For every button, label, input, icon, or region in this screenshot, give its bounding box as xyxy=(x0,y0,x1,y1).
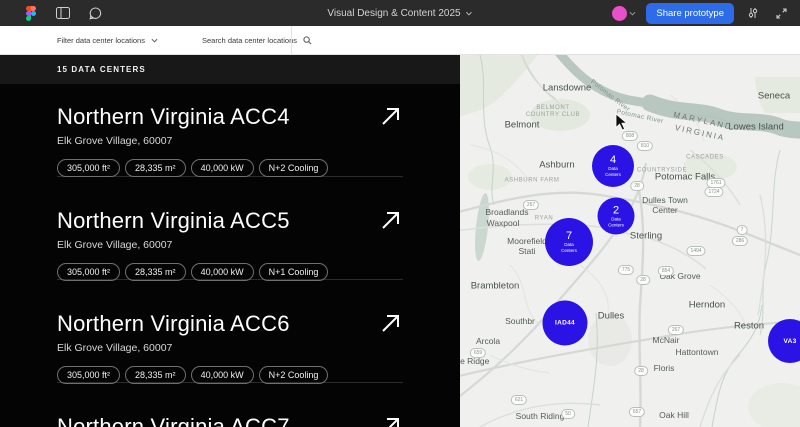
data-center-name: Northern Virginia ACC4 xyxy=(57,104,290,129)
spec-tag: 40,000 kW xyxy=(190,366,254,385)
spec-tags: 305,000 ft² 28,335 m² 40,000 kW N+2 Cooling xyxy=(57,366,403,385)
share-prototype-button[interactable]: Share prototype xyxy=(646,2,734,24)
list-count-label: 15 DATA CENTERS xyxy=(57,65,146,74)
data-center-list-panel: 15 DATA CENTERS Northern Virginia ACC4 El… xyxy=(0,55,460,427)
filter-label: Filter data center locations xyxy=(57,35,145,45)
data-center-location: Elk Grove Village, 60007 xyxy=(57,342,173,355)
chevron-down-icon xyxy=(466,11,473,16)
data-center-name: Northern Virginia ACC7 xyxy=(57,414,290,427)
spec-tag: 28,335 m² xyxy=(125,366,186,385)
data-center-card[interactable]: Northern Virginia ACC4 Elk Grove Village,… xyxy=(57,84,403,178)
data-center-location: Elk Grove Village, 60007 xyxy=(57,135,173,148)
data-center-name: Northern Virginia ACC5 xyxy=(57,208,290,233)
cluster-sub-label: Data Centers xyxy=(561,242,577,254)
spec-tag: N+2 Cooling xyxy=(258,159,329,178)
cluster-marker[interactable]: 2 Data Centers xyxy=(597,197,635,235)
open-detail-arrow-icon[interactable] xyxy=(379,104,403,128)
data-center-card[interactable]: Northern Virginia ACC6 Elk Grove Village,… xyxy=(57,280,403,385)
chevron-down-icon xyxy=(629,11,636,16)
data-center-card[interactable]: Northern Virginia ACC7 xyxy=(57,383,403,427)
site-code: IAD44 xyxy=(555,319,575,327)
fullscreen-icon[interactable] xyxy=(772,4,790,22)
spec-tags: 305,000 ft² 28,335 m² 40,000 kW N+2 Cooling xyxy=(57,159,403,178)
toolbar-divider xyxy=(291,26,292,54)
cluster-sub-label: Data Centers xyxy=(605,166,621,178)
spec-tag: 40,000 kW xyxy=(190,159,254,178)
chevron-down-icon xyxy=(151,38,158,42)
spec-tags: 305,000 ft² 28,335 m² 40,000 kW N+1 Cooling xyxy=(57,263,403,282)
map-view[interactable]: Lansdowne Belmont Seneca Lowes Island Ashbur… xyxy=(460,55,800,427)
cluster-count: 4 xyxy=(609,154,617,167)
prototype-title: Visual Design & Content 2025 xyxy=(327,7,461,19)
search-label: Search data center locations xyxy=(201,35,298,45)
figma-logo-icon[interactable] xyxy=(22,4,40,22)
search-icon xyxy=(303,35,312,44)
layers-panel-icon[interactable] xyxy=(54,4,72,22)
filter-search-toolbar: Filter data center locations Search data… xyxy=(0,26,800,55)
cluster-sub-label: Data Centers xyxy=(608,216,624,228)
data-center-name: Northern Virginia ACC6 xyxy=(57,311,290,336)
open-detail-arrow-icon[interactable] xyxy=(379,311,403,335)
prototype-settings-icon[interactable] xyxy=(744,4,762,22)
spec-tag: 28,335 m² xyxy=(125,159,186,178)
spec-tag: 305,000 ft² xyxy=(57,263,121,282)
cluster-marker[interactable]: 4 Data Centers xyxy=(592,145,634,187)
prototype-title-menu[interactable]: Visual Design & Content 2025 xyxy=(327,7,473,19)
data-center-card[interactable]: Northern Virginia ACC5 Elk Grove Village,… xyxy=(57,177,403,282)
site-code: VA3 xyxy=(783,337,797,345)
map-graphics xyxy=(460,55,800,427)
list-count-header: 15 DATA CENTERS xyxy=(0,55,460,84)
data-center-location: Elk Grove Village, 60007 xyxy=(57,239,173,252)
spec-tag: 40,000 kW xyxy=(190,263,254,282)
open-detail-arrow-icon[interactable] xyxy=(379,208,403,232)
filter-dropdown[interactable]: Filter data center locations xyxy=(57,36,158,45)
search-field[interactable]: Search data center locations xyxy=(202,36,312,45)
site-marker[interactable]: IAD44 xyxy=(542,300,588,346)
spec-tag: 305,000 ft² xyxy=(57,366,121,385)
open-detail-arrow-icon[interactable] xyxy=(379,414,403,427)
spec-tag: 305,000 ft² xyxy=(57,159,121,178)
avatar xyxy=(612,5,628,21)
spec-tag: N+2 Cooling xyxy=(258,366,329,385)
cluster-count: 2 xyxy=(612,204,620,217)
figma-top-bar: Visual Design & Content 2025 Share proto… xyxy=(0,0,800,26)
spec-tag: N+1 Cooling xyxy=(258,263,329,282)
spec-tag: 28,335 m² xyxy=(125,263,186,282)
cluster-count: 7 xyxy=(565,230,573,243)
cluster-marker[interactable]: 7 Data Centers xyxy=(545,218,593,266)
data-center-list: Northern Virginia ACC4 Elk Grove Village,… xyxy=(0,84,460,427)
account-menu[interactable] xyxy=(612,5,636,21)
comments-icon[interactable] xyxy=(86,4,104,22)
